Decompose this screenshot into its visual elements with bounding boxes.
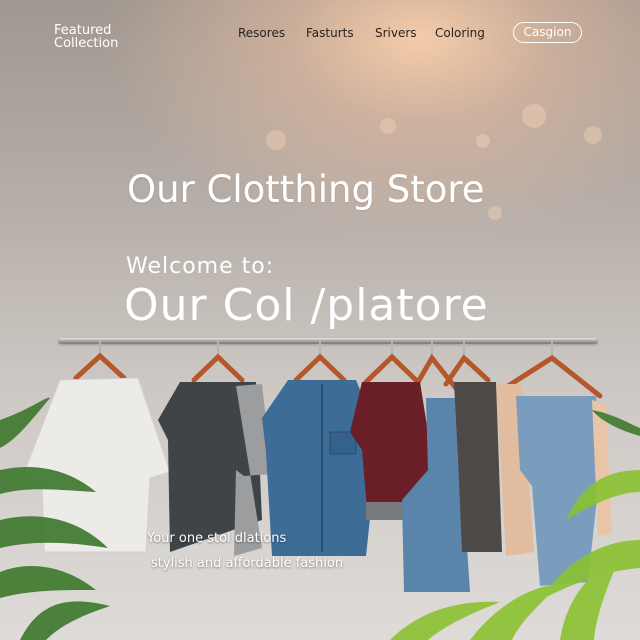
hanger-group — [99, 341, 553, 355]
hanger-bar — [191, 353, 245, 383]
garment-illustration — [0, 341, 640, 640]
hanger-bar — [293, 353, 347, 383]
hanger-bar — [363, 353, 421, 385]
garment-denim-pocket — [329, 431, 357, 455]
tagline-line1: Your one stol dlations — [147, 531, 287, 546]
tagline-line2: stylish and affordable fashion — [151, 556, 344, 571]
hanger-bar — [73, 352, 127, 381]
garment-grey-vest — [454, 382, 502, 552]
